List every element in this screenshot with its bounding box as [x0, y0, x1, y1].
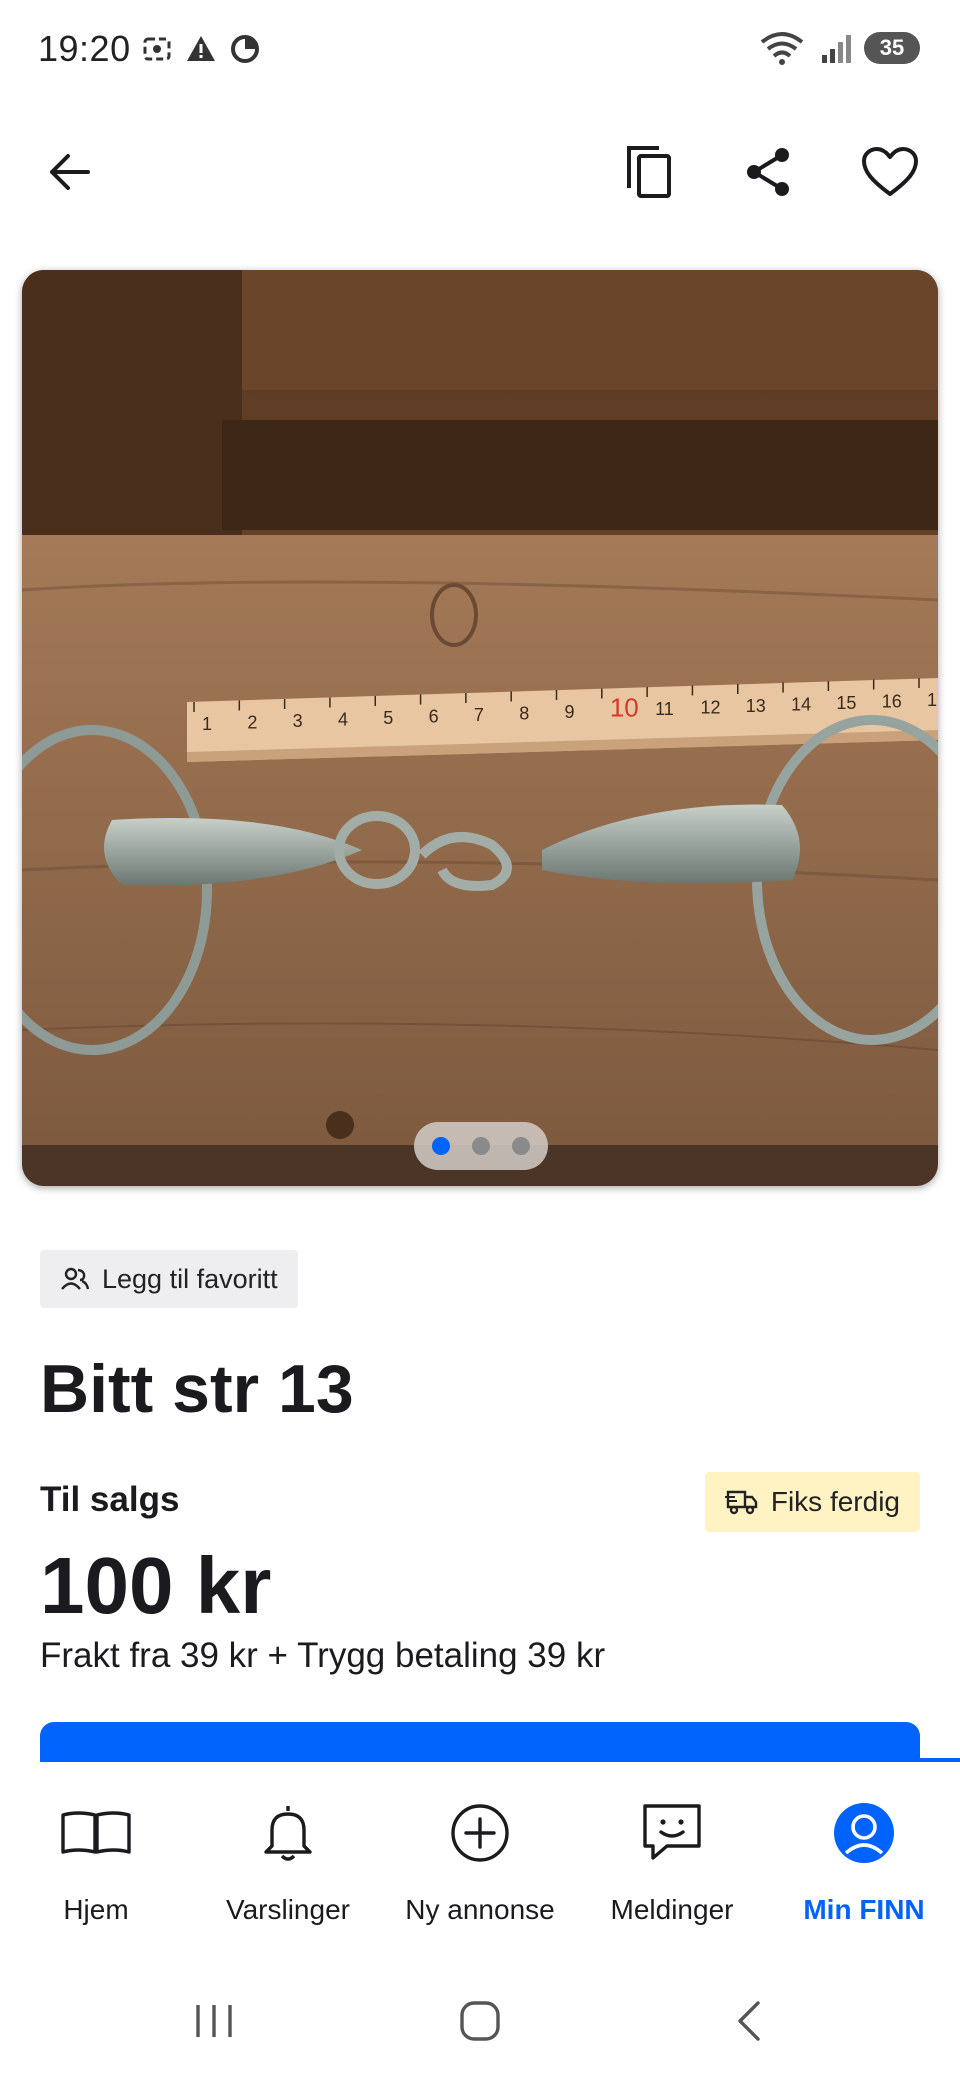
ruler-number: 11 [655, 699, 674, 719]
recent-apps-button[interactable] [184, 1996, 244, 2046]
gallery-pagination [414, 1122, 548, 1170]
home-button[interactable] [450, 1996, 510, 2046]
sale-type-label: Til salgs [40, 1480, 180, 1519]
status-notification-icons [140, 32, 262, 66]
ruler-number: 15 [836, 693, 856, 713]
nav-label-hjem: Hjem [63, 1894, 129, 1925]
gallery-dot[interactable] [472, 1137, 490, 1155]
data-saver-icon [231, 35, 259, 63]
nav-label-ny-annonse: Ny annonse [405, 1894, 555, 1925]
system-navigation-bar [0, 1962, 960, 2080]
add-favorite-label: Legg til favoritt [102, 1263, 278, 1294]
shipping-info: Frakt fra 39 kr + Trygg betaling 39 kr [40, 1636, 606, 1675]
battery-icon: 35 [864, 32, 920, 64]
add-favorite-chip[interactable]: Legg til favoritt [40, 1250, 298, 1308]
nav-label-meldinger: Meldinger [610, 1894, 734, 1925]
favorite-heart-button[interactable] [858, 140, 922, 204]
ruler-number: 8 [519, 704, 529, 724]
warning-icon [187, 36, 215, 61]
nav-item-min-finn[interactable]: Min FINN [768, 1762, 960, 1962]
signal-icon [822, 35, 851, 63]
ruler-number: 6 [429, 707, 439, 727]
ruler-number: 5 [383, 708, 393, 728]
nav-item-varslinger[interactable]: Varslinger [192, 1762, 384, 1962]
share-icon [747, 148, 789, 196]
status-time: 19:20 [38, 28, 131, 69]
ruler-number: 10 [610, 693, 639, 723]
copy-icon [627, 146, 671, 198]
arrow-left-icon [50, 154, 90, 190]
ruler-number: 3 [293, 711, 303, 731]
share-button[interactable] [736, 140, 800, 204]
profile-icon [834, 1803, 894, 1863]
nav-item-ny-annonse[interactable]: Ny annonse [384, 1762, 576, 1962]
nav-label-min-finn: Min FINN [803, 1894, 925, 1925]
nav-item-hjem[interactable]: Hjem [0, 1762, 192, 1962]
people-icon [61, 1267, 90, 1290]
plus-circle-icon [451, 1804, 509, 1862]
copy-button[interactable] [618, 140, 682, 204]
listing-title: Bitt str 13 [40, 1351, 354, 1427]
ruler-number: 13 [746, 696, 766, 716]
status-system-icons: 35 [758, 30, 920, 66]
nav-item-meldinger[interactable]: Meldinger [576, 1762, 768, 1962]
ruler-number: 14 [791, 695, 811, 715]
ruler-number: 4 [338, 710, 348, 730]
book-icon [61, 1811, 131, 1854]
ruler-number: 1 [202, 714, 212, 734]
status-bar: 19:20 35 [0, 0, 960, 100]
home-square-icon [460, 2001, 500, 2041]
top-app-bar [0, 120, 960, 220]
bell-icon [264, 1806, 312, 1861]
ruler-number: 17 [927, 690, 938, 710]
ruler-number: 16 [882, 692, 902, 712]
image-gallery[interactable]: 1234567891011121314151617 [22, 270, 938, 1186]
wifi-icon [760, 32, 804, 65]
ruler-number: 2 [247, 713, 257, 733]
gallery-dot[interactable] [432, 1137, 450, 1155]
truck-icon [724, 1490, 758, 1515]
fiks-ferdig-badge[interactable]: Fiks ferdig [704, 1472, 920, 1532]
ruler-number: 12 [700, 698, 720, 718]
nav-label-varslinger: Varslinger [226, 1894, 350, 1925]
chevron-left-icon [738, 2001, 760, 2041]
listing-photo: 1234567891011121314151617 [22, 270, 938, 1186]
system-back-button[interactable] [720, 1996, 780, 2046]
fiks-ferdig-label: Fiks ferdig [770, 1486, 900, 1517]
bottom-navigation: Hjem Varslinger Ny annonse Meldinger Min… [0, 1762, 960, 1962]
listing-price: 100 kr [40, 1541, 272, 1630]
screenshot-icon [143, 37, 171, 61]
heart-icon [862, 147, 918, 196]
ruler-number: 7 [474, 705, 484, 725]
gallery-dot[interactable] [512, 1137, 530, 1155]
recent-apps-icon [196, 2005, 232, 2037]
back-button[interactable] [38, 140, 102, 204]
ruler-number: 9 [565, 702, 575, 722]
chat-icon [643, 1804, 701, 1860]
